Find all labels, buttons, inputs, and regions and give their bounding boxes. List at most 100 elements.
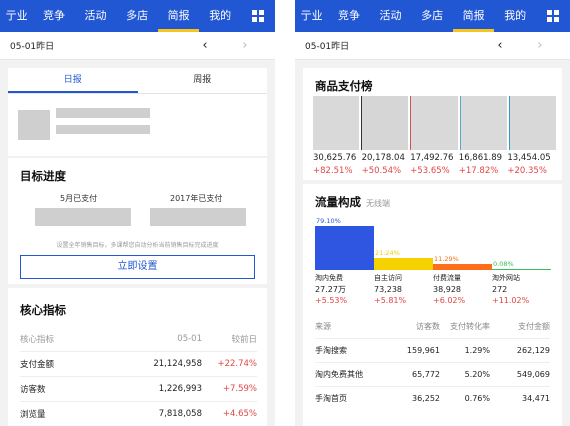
product-change: +50.54%	[361, 166, 402, 176]
table-row[interactable]: 淘内免费其他 65,772 5.20% 549,069	[315, 362, 550, 386]
product-value: 30,625.76	[313, 153, 357, 163]
top-nav: 亍业 竞争 活动 多店 简报 我的	[295, 0, 570, 32]
nav-item-industry[interactable]: 亍业	[295, 0, 328, 32]
table-row[interactable]: 手淘搜索 159,961 1.29% 262,129	[315, 338, 550, 362]
traffic-bar	[492, 269, 551, 270]
nav-item-industry[interactable]: 亍业	[0, 0, 33, 32]
traffic-percent-label: 79.10%	[316, 217, 341, 225]
nav-item-mine[interactable]: 我的	[494, 0, 536, 32]
traffic-legend: 淘内免费 27.27万 +5.53% 自主访问 73,238 +5.81% 付费流量 38,9…	[315, 273, 560, 309]
product-image[interactable]	[459, 96, 507, 150]
traffic-subtitle: 无线端	[366, 199, 390, 208]
traffic-category: 付费流量	[433, 274, 461, 282]
core-header: 核心指标 05-01 较前日	[20, 326, 257, 351]
target-title: 目标进度	[20, 169, 66, 183]
nav-item-competition[interactable]: 竞争	[33, 0, 75, 32]
traffic-change: +11.02%	[492, 296, 530, 305]
traffic-category: 淘内免费	[315, 274, 343, 282]
table-row[interactable]: 浏览量 7,818,058 +4.65%	[20, 401, 257, 426]
traffic-percent-label: 21.24%	[375, 249, 400, 258]
traffic-count: 73,238	[374, 285, 402, 294]
rate-value: 5.20%	[464, 370, 490, 379]
target-progress-card: 目标进度 5月已支付 2017年已支付 设置全年销售目标，多课帮您自动分析当前销…	[8, 158, 267, 284]
product-image[interactable]	[410, 96, 458, 150]
nav-item-brief[interactable]: 简报	[452, 0, 495, 32]
report-card: 日报 周报	[8, 68, 267, 156]
top-nav: 亍业 竞争 活动 多店 简报 我的	[0, 0, 275, 32]
metric-label: 访客数	[20, 385, 46, 395]
table-row[interactable]: 支付金额 21,124,958 +22.74%	[20, 351, 257, 376]
rate-value: 0.76%	[464, 394, 490, 403]
source-label: 手淘首页	[315, 394, 347, 403]
traffic-table-header: 来源 访客数 支付转化率 支付金额	[315, 314, 550, 338]
month-paid-value-redacted	[35, 208, 131, 226]
core-title: 核心指标	[20, 303, 66, 317]
metric-value: 1,226,993	[158, 384, 202, 394]
menu-grid-button[interactable]	[536, 0, 570, 32]
date-label: 05-01昨日	[305, 42, 350, 52]
header-rate: 支付转化率	[450, 321, 490, 331]
traffic-title: 流量构成	[315, 195, 361, 209]
traffic-percent-label: 11.29%	[434, 254, 459, 263]
next-day-icon[interactable]: ›	[225, 38, 265, 53]
nav-item-competition[interactable]: 竞争	[328, 0, 370, 32]
product-image[interactable]	[361, 96, 409, 150]
nav-item-brief[interactable]: 简报	[157, 0, 200, 32]
table-row[interactable]: 手淘首页 36,252 0.76% 34,471	[315, 386, 550, 410]
tab-daily[interactable]: 日报	[8, 68, 138, 93]
traffic-legend-item: 自主访问 73,238 +5.81%	[374, 273, 433, 306]
header-amount: 支付金额	[518, 321, 550, 331]
traffic-change: +6.02%	[433, 296, 466, 305]
traffic-header: 流量构成 无线端	[315, 194, 390, 210]
product-change: +20.35%	[507, 166, 547, 176]
date-label: 05-01昨日	[10, 42, 55, 52]
year-paid-value-redacted	[150, 208, 246, 226]
product-change: +82.51%	[313, 166, 353, 176]
target-hint: 设置全年销售目标，多课帮您自动分析当前销售目标完成进度	[56, 242, 219, 249]
metric-change: +7.59%	[222, 384, 257, 394]
product-image[interactable]	[313, 96, 360, 150]
product-change: +17.82%	[458, 166, 499, 176]
product-ranking-card: 商品支付榜 30,625.76 20,178.04 17,492.76 16,8…	[303, 68, 562, 180]
set-target-button[interactable]: 立即设置	[20, 255, 255, 279]
traffic-count: 272	[492, 285, 508, 294]
right-screen: 亍业 竞争 活动 多店 简报 我的 05-01昨日 ‹ › 商品支付榜 30,6…	[295, 0, 570, 426]
menu-grid-button[interactable]	[241, 0, 275, 32]
store-avatar	[18, 110, 50, 140]
amount-value: 262,129	[516, 346, 550, 355]
traffic-change: +5.81%	[374, 296, 407, 305]
prev-day-icon[interactable]: ‹	[185, 38, 225, 53]
metric-value: 7,818,058	[158, 409, 202, 419]
grid-icon	[251, 10, 264, 22]
table-row[interactable]: 访客数 1,226,993 +7.59%	[20, 376, 257, 401]
traffic-count: 27.27万	[315, 285, 346, 294]
nav-item-activity[interactable]: 活动	[370, 0, 412, 32]
core-table: 核心指标 05-01 较前日 支付金额 21,124,958 +22.74% 访…	[20, 326, 257, 426]
header-source: 来源	[315, 321, 331, 331]
traffic-legend-item: 淘外网站 272 +11.02%	[492, 273, 551, 306]
nav-item-mine[interactable]: 我的	[199, 0, 241, 32]
tab-weekly[interactable]: 周报	[138, 68, 268, 93]
traffic-chart: 79.10% 21.24% 11.29% 0.08%	[315, 216, 552, 270]
metric-change: +22.74%	[217, 359, 257, 369]
product-value: 17,492.76	[410, 153, 454, 163]
metric-label: 浏览量	[20, 410, 46, 420]
visitors-value: 36,252	[412, 394, 440, 403]
core-header-change: 较前日	[231, 334, 257, 345]
prev-day-icon[interactable]: ‹	[480, 38, 520, 53]
traffic-category: 自主访问	[374, 274, 402, 282]
product-ranking-title: 商品支付榜	[315, 79, 373, 93]
next-day-icon[interactable]: ›	[520, 38, 560, 53]
nav-item-multistore[interactable]: 多店	[116, 0, 158, 32]
grid-icon	[546, 10, 559, 22]
traffic-change: +5.53%	[315, 296, 348, 305]
core-header-date: 05-01	[177, 333, 202, 344]
nav-item-multistore[interactable]: 多店	[411, 0, 453, 32]
nav-item-activity[interactable]: 活动	[75, 0, 117, 32]
product-image[interactable]	[508, 96, 557, 150]
report-tabs: 日报 周报	[8, 68, 267, 94]
store-name-redacted	[56, 108, 150, 118]
traffic-bar	[374, 258, 433, 270]
rate-value: 1.29%	[464, 346, 490, 355]
traffic-card: 流量构成 无线端 79.10% 21.24% 11.29% 0.08% 淘内免费 27.…	[303, 184, 562, 426]
